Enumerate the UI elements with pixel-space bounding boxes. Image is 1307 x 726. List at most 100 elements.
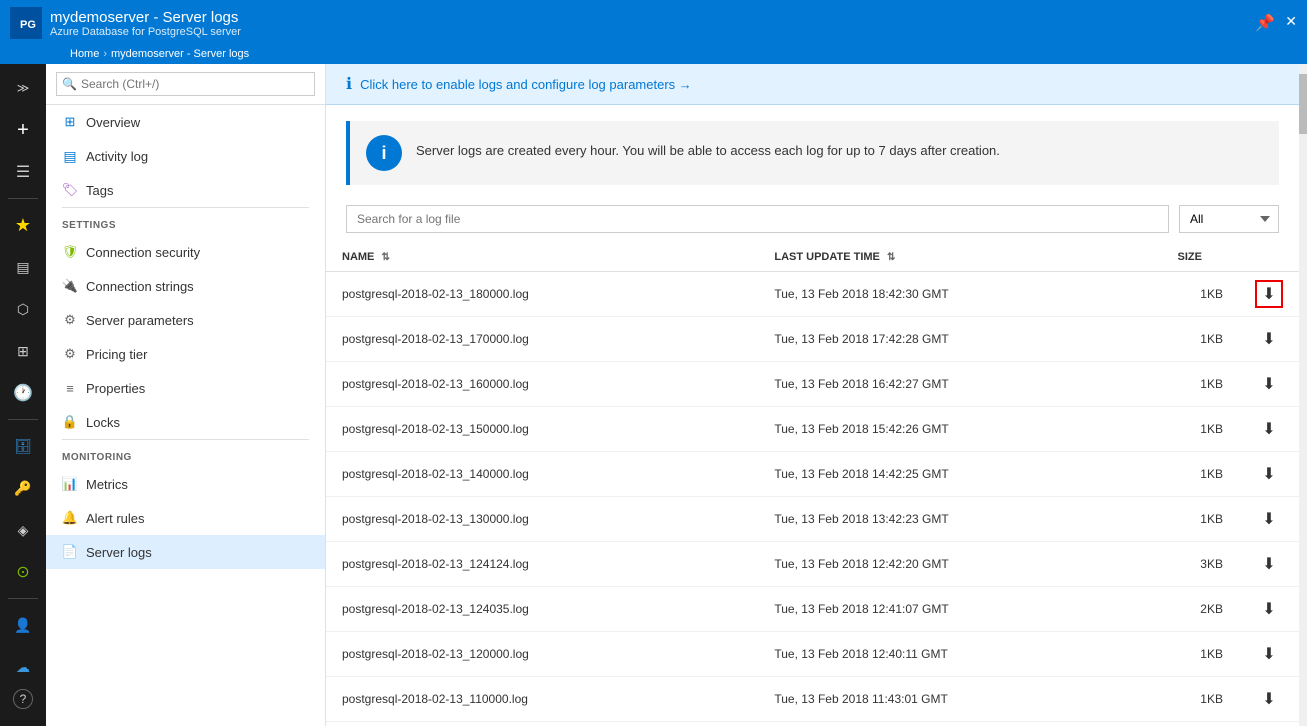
- top-bar-actions: 📌 ✕: [1255, 13, 1297, 33]
- download-button[interactable]: ⬇: [1255, 415, 1283, 443]
- download-button[interactable]: ⬇: [1255, 460, 1283, 488]
- sidebar-item-connection-security[interactable]: 🛡 Connection security: [46, 235, 325, 269]
- info-box: i Server logs are created every hour. Yo…: [346, 121, 1279, 185]
- nav-help[interactable]: ?: [13, 689, 33, 709]
- log-action-cell: ⬇: [1239, 407, 1299, 452]
- sidebar-item-alert-rules-label: Alert rules: [86, 511, 145, 526]
- top-bar: PG mydemoserver - Server logs Azure Data…: [0, 0, 1307, 46]
- download-button[interactable]: ⬇: [1255, 640, 1283, 668]
- log-name-cell: postgresql-2018-02-13_124035.log: [326, 587, 758, 632]
- log-size-cell: 1KB: [1162, 677, 1239, 722]
- nav-favorites[interactable]: ★: [0, 205, 46, 245]
- pin-button[interactable]: 📌: [1255, 13, 1275, 33]
- sidebar-item-properties[interactable]: ≡ Properties: [46, 371, 325, 405]
- download-button[interactable]: ⬇: [1255, 505, 1283, 533]
- log-name-cell: postgresql-2018-02-13_170000.log: [326, 317, 758, 362]
- nav-diamond[interactable]: ◈: [0, 510, 46, 550]
- sidebar-item-overview-label: Overview: [86, 115, 140, 130]
- sidebar-item-activity-log-label: Activity log: [86, 149, 148, 164]
- sidebar-item-activity-log[interactable]: ▤ Activity log: [46, 139, 325, 173]
- search-filter-bar: All: [346, 205, 1279, 233]
- download-button[interactable]: ⬇: [1255, 550, 1283, 578]
- tags-icon: 🏷: [62, 182, 78, 198]
- breadcrumb-home[interactable]: Home: [70, 48, 99, 60]
- info-banner-link[interactable]: Click here to enable logs and configure …: [360, 77, 692, 92]
- info-banner-icon: ℹ: [346, 74, 352, 94]
- log-size-cell: 1KB: [1162, 317, 1239, 362]
- log-action-cell: ⬇: [1239, 497, 1299, 542]
- breadcrumb-current: mydemoserver - Server logs: [111, 48, 249, 60]
- download-button[interactable]: ⬇: [1255, 370, 1283, 398]
- nav-database[interactable]: 🗄: [0, 426, 46, 466]
- sidebar-item-pricing-tier[interactable]: ⚙ Pricing tier: [46, 337, 325, 371]
- nav-add[interactable]: +: [0, 110, 46, 150]
- table-row: postgresql-2018-02-13_120000.logTue, 13 …: [326, 632, 1299, 677]
- info-box-message: Server logs are created every hour. You …: [416, 135, 1000, 161]
- vertical-nav: ≫ + ☰ ★ ▤ ⬡ ⊞ 🕐 🗄 🔑 ◈ ⊙ 👤 ☁ ?: [0, 64, 46, 726]
- top-bar-left: PG mydemoserver - Server logs Azure Data…: [10, 7, 241, 39]
- scrollbar[interactable]: [1299, 64, 1307, 726]
- nav-recent[interactable]: 🕐: [0, 373, 46, 413]
- log-name-cell: postgresql-2018-02-13_100000.log: [326, 722, 758, 726]
- log-time-cell: Tue, 13 Feb 2018 17:42:28 GMT: [758, 317, 1161, 362]
- log-name-cell: postgresql-2018-02-13_120000.log: [326, 632, 758, 677]
- sidebar-item-server-logs[interactable]: 📄 Server logs: [46, 535, 325, 569]
- log-table-body: postgresql-2018-02-13_180000.logTue, 13 …: [326, 272, 1299, 726]
- log-time-cell: Tue, 13 Feb 2018 12:42:20 GMT: [758, 542, 1161, 587]
- download-button[interactable]: ⬇: [1255, 280, 1283, 308]
- sidebar-search-icon: 🔍: [62, 77, 77, 91]
- download-button[interactable]: ⬇: [1255, 685, 1283, 713]
- log-action-cell: ⬇: [1239, 362, 1299, 407]
- main-content: ℹ Click here to enable logs and configur…: [326, 64, 1299, 726]
- main-layout: ≫ + ☰ ★ ▤ ⬡ ⊞ 🕐 🗄 🔑 ◈ ⊙ 👤 ☁ ? 🔍 ⊞ Overvi…: [0, 64, 1307, 726]
- scrollbar-thumb[interactable]: [1299, 74, 1307, 134]
- nav-monitor[interactable]: ⊙: [0, 552, 46, 592]
- nav-chevrons[interactable]: ≫: [0, 68, 46, 108]
- log-search-input[interactable]: [346, 205, 1169, 233]
- download-button[interactable]: ⬇: [1255, 595, 1283, 623]
- log-time-cell: Tue, 13 Feb 2018 12:40:11 GMT: [758, 632, 1161, 677]
- sidebar-item-overview[interactable]: ⊞ Overview: [46, 105, 325, 139]
- server-logs-icon: 📄: [62, 544, 78, 560]
- sidebar-item-alert-rules[interactable]: 🔔 Alert rules: [46, 501, 325, 535]
- nav-person[interactable]: 👤: [0, 605, 46, 645]
- log-time-cell: Tue, 13 Feb 2018 14:42:25 GMT: [758, 452, 1161, 497]
- monitoring-section-header: MONITORING: [46, 440, 325, 467]
- download-button[interactable]: ⬇: [1255, 325, 1283, 353]
- info-box-icon: i: [366, 135, 402, 171]
- sidebar-item-server-parameters[interactable]: ⚙ Server parameters: [46, 303, 325, 337]
- nav-divider-2: [8, 419, 38, 420]
- nav-dashboard[interactable]: ⊞: [0, 331, 46, 371]
- breadcrumb-sep: ›: [103, 48, 107, 60]
- log-time-cell: Tue, 13 Feb 2018 11:43:01 GMT: [758, 677, 1161, 722]
- close-button[interactable]: ✕: [1285, 13, 1297, 33]
- sidebar-item-server-logs-label: Server logs: [86, 545, 152, 560]
- sidebar-item-locks[interactable]: 🔒 Locks: [46, 405, 325, 439]
- nav-cube[interactable]: ⬡: [0, 289, 46, 329]
- sidebar-item-connection-strings[interactable]: 🔌 Connection strings: [46, 269, 325, 303]
- col-header-time[interactable]: LAST UPDATE TIME ⇅: [758, 243, 1161, 272]
- nav-menu[interactable]: ☰: [0, 152, 46, 192]
- col-header-action: [1239, 243, 1299, 272]
- nav-key[interactable]: 🔑: [0, 468, 46, 508]
- log-name-cell: postgresql-2018-02-13_110000.log: [326, 677, 758, 722]
- sidebar-item-tags[interactable]: 🏷 Tags: [46, 173, 325, 207]
- filter-select[interactable]: All: [1179, 205, 1279, 233]
- server-parameters-icon: ⚙: [62, 312, 78, 328]
- svg-text:PG: PG: [20, 19, 36, 31]
- locks-icon: 🔒: [62, 414, 78, 430]
- log-size-cell: 1KB: [1162, 632, 1239, 677]
- log-size-cell: 1KB: [1162, 272, 1239, 317]
- col-header-name[interactable]: NAME ⇅: [326, 243, 758, 272]
- sidebar-search-input[interactable]: [56, 72, 315, 96]
- nav-docs[interactable]: ▤: [0, 247, 46, 287]
- log-table-header: NAME ⇅ LAST UPDATE TIME ⇅ SIZE: [326, 243, 1299, 272]
- sidebar-item-pricing-tier-label: Pricing tier: [86, 347, 147, 362]
- sidebar-item-metrics[interactable]: 📊 Metrics: [46, 467, 325, 501]
- page-subtitle: Azure Database for PostgreSQL server: [50, 26, 241, 38]
- settings-section-header: SETTINGS: [46, 208, 325, 235]
- nav-cloud[interactable]: ☁: [0, 647, 46, 687]
- sidebar-search-wrap: 🔍: [56, 72, 315, 96]
- table-row: postgresql-2018-02-13_124124.logTue, 13 …: [326, 542, 1299, 587]
- connection-security-icon: 🛡: [62, 244, 78, 260]
